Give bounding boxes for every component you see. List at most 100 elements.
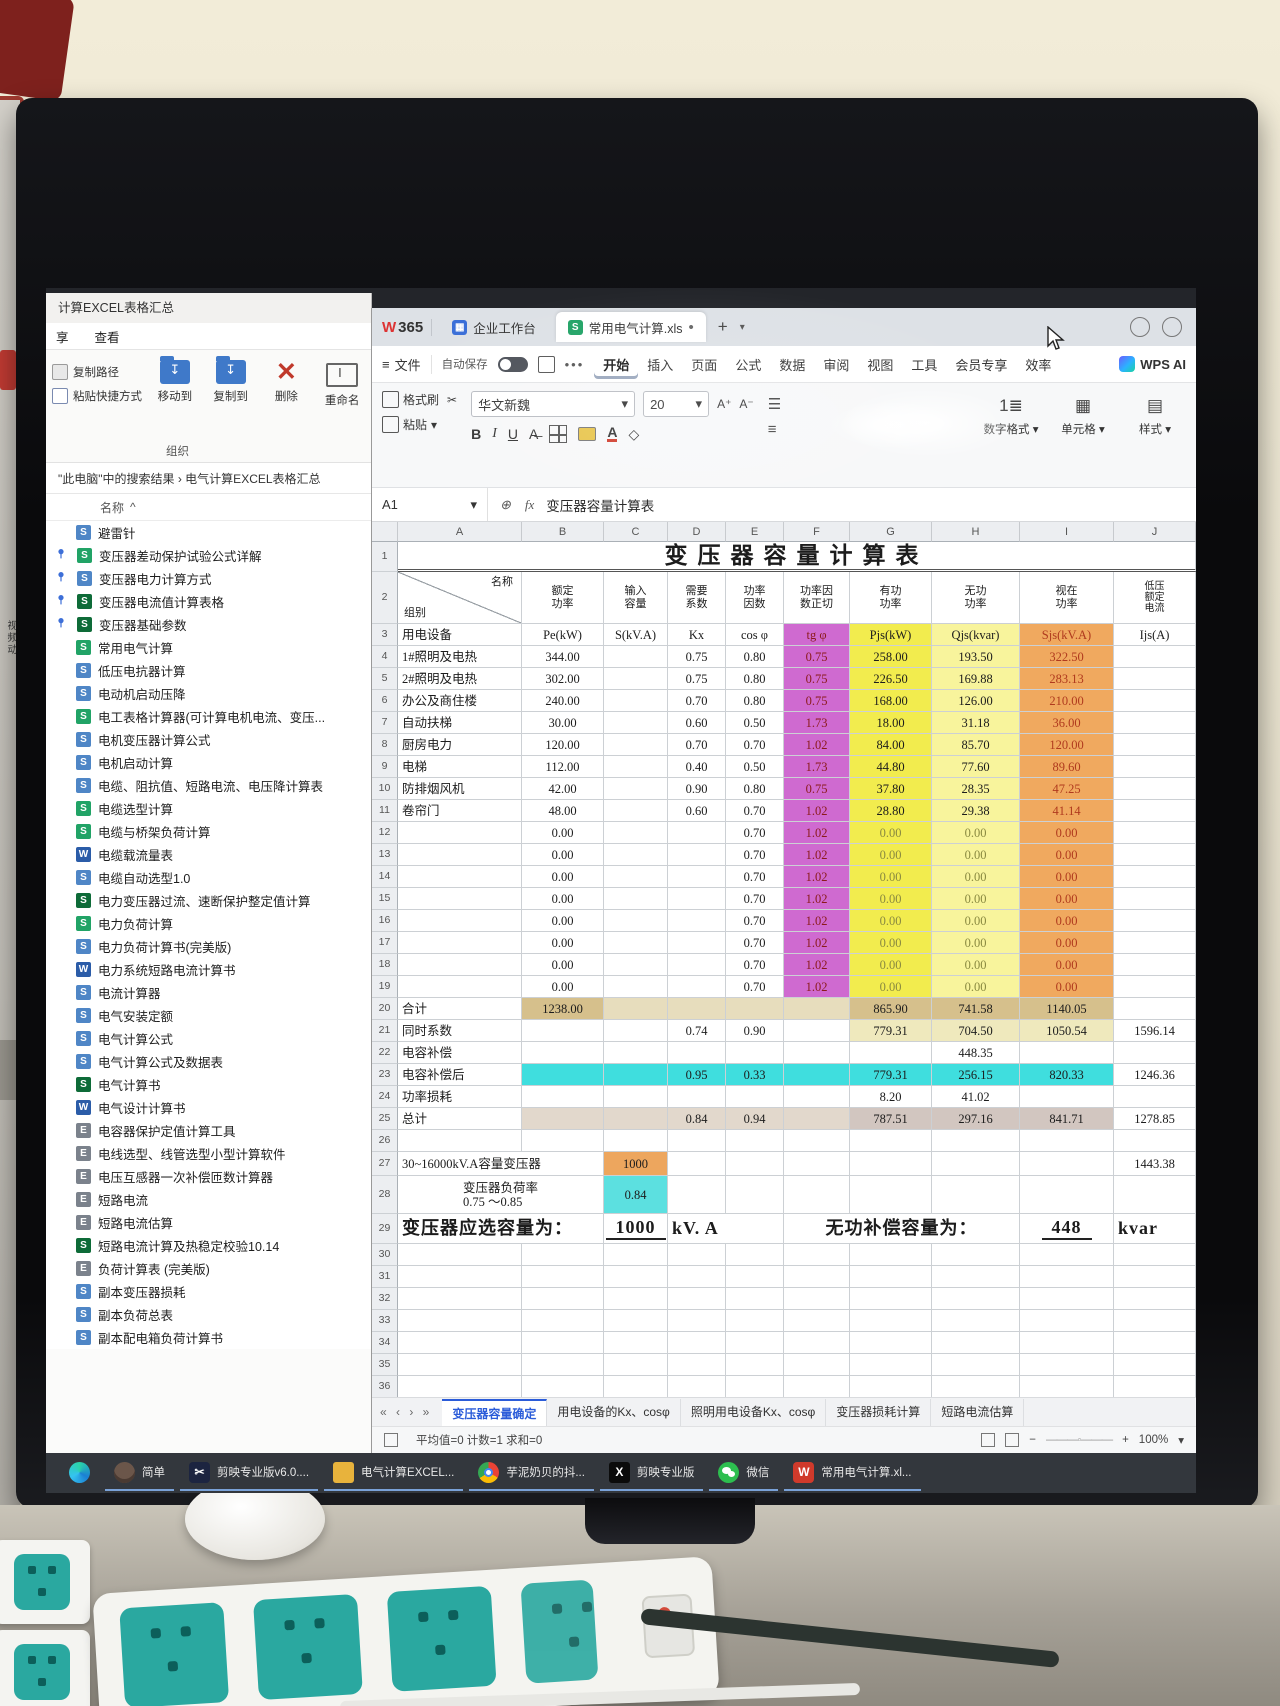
- file-list-item[interactable]: S 变压器基础参数: [46, 613, 371, 636]
- cell-D36[interactable]: [668, 1376, 726, 1397]
- save-icon[interactable]: [537, 355, 555, 373]
- cell-D25[interactable]: 0.84: [668, 1108, 726, 1130]
- cell-H14[interactable]: 0.00: [932, 866, 1020, 888]
- column-header-D[interactable]: D: [668, 522, 726, 542]
- cell-D35[interactable]: [668, 1354, 726, 1376]
- cell-H10[interactable]: 28.35: [932, 778, 1020, 800]
- row-header-17[interactable]: 17: [372, 932, 398, 954]
- cell-G14[interactable]: 0.00: [850, 866, 932, 888]
- file-list-item[interactable]: E 短路电流估算: [46, 1211, 371, 1234]
- cell-H35[interactable]: [932, 1354, 1020, 1376]
- cell-H19[interactable]: 0.00: [932, 976, 1020, 998]
- cell-H32[interactable]: [932, 1288, 1020, 1310]
- cell-I25[interactable]: 841.71: [1020, 1108, 1114, 1130]
- view-layout-icon[interactable]: [1005, 1433, 1020, 1447]
- cell-C21[interactable]: [604, 1020, 668, 1042]
- cell-E34[interactable]: [726, 1332, 784, 1354]
- cell-F10[interactable]: 0.75: [784, 778, 850, 800]
- cell-D21[interactable]: 0.74: [668, 1020, 726, 1042]
- cell-G8[interactable]: 84.00: [850, 734, 932, 756]
- cell-E4[interactable]: 0.80: [726, 646, 784, 668]
- cell-G10[interactable]: 37.80: [850, 778, 932, 800]
- cell-J16[interactable]: [1114, 910, 1196, 932]
- cell-J27[interactable]: 1443.38: [1114, 1152, 1196, 1176]
- cell-J5[interactable]: [1114, 668, 1196, 690]
- cell-B34[interactable]: [522, 1332, 604, 1354]
- cell-E30[interactable]: [726, 1244, 784, 1266]
- menu-审阅[interactable]: 审阅: [814, 350, 858, 379]
- cell-H11[interactable]: 29.38: [932, 800, 1020, 822]
- wps-ai-button[interactable]: WPS AI: [1119, 356, 1186, 372]
- cell-J33[interactable]: [1114, 1310, 1196, 1332]
- menu-视图[interactable]: 视图: [858, 350, 902, 379]
- cell-J2[interactable]: 低压 额定 电流: [1114, 572, 1196, 624]
- clear-format-icon[interactable]: ◇: [628, 426, 639, 443]
- cell-I15[interactable]: 0.00: [1020, 888, 1114, 910]
- cell-C30[interactable]: [604, 1244, 668, 1266]
- cell-F12[interactable]: 1.02: [784, 822, 850, 844]
- cell-A30[interactable]: [398, 1244, 522, 1266]
- cell-J36[interactable]: [1114, 1376, 1196, 1397]
- cell-C18[interactable]: [604, 954, 668, 976]
- cell-A28[interactable]: 变压器负荷率 0.75 ～0.85: [398, 1176, 604, 1214]
- cell-F18[interactable]: 1.02: [784, 954, 850, 976]
- file-list-item[interactable]: S 副本负荷总表: [46, 1303, 371, 1326]
- cell-A7[interactable]: 自动扶梯: [398, 712, 522, 734]
- cell-I9[interactable]: 89.60: [1020, 756, 1114, 778]
- cell-A9[interactable]: 电梯: [398, 756, 522, 778]
- cell-C24[interactable]: [604, 1086, 668, 1108]
- file-list-item[interactable]: S 变压器差动保护试验公式详解: [46, 544, 371, 567]
- cell-C8[interactable]: [604, 734, 668, 756]
- titlebar-circle-icon-1[interactable]: [1130, 317, 1150, 337]
- menu-公式[interactable]: 公式: [726, 350, 770, 379]
- menu-数据[interactable]: 数据: [770, 350, 814, 379]
- cell-H4[interactable]: 193.50: [932, 646, 1020, 668]
- row-header-33[interactable]: 33: [372, 1310, 398, 1332]
- more-actions-icon[interactable]: •••: [565, 357, 585, 372]
- taskbar-item-剪映专业版v6.0....[interactable]: ✂ 剪映专业版v6.0....: [180, 1455, 319, 1491]
- file-list-item[interactable]: S 电机启动计算: [46, 751, 371, 774]
- cell-J9[interactable]: [1114, 756, 1196, 778]
- cell-I20[interactable]: 1140.05: [1020, 998, 1114, 1020]
- cell-I21[interactable]: 1050.54: [1020, 1020, 1114, 1042]
- menu-share-partial[interactable]: 享: [56, 327, 69, 346]
- cell-I36[interactable]: [1020, 1376, 1114, 1397]
- row-header-19[interactable]: 19: [372, 976, 398, 998]
- cell-F23[interactable]: [784, 1064, 850, 1086]
- cell-G28[interactable]: [850, 1176, 932, 1214]
- cell-H17[interactable]: 0.00: [932, 932, 1020, 954]
- cell-B12[interactable]: 0.00: [522, 822, 604, 844]
- cell-A35[interactable]: [398, 1354, 522, 1376]
- cell-H26[interactable]: [932, 1130, 1020, 1152]
- cell-G25[interactable]: 787.51: [850, 1108, 932, 1130]
- cell-J28[interactable]: [1114, 1176, 1196, 1214]
- cell-A8[interactable]: 厨房电力: [398, 734, 522, 756]
- cell-H15[interactable]: 0.00: [932, 888, 1020, 910]
- cell-G27[interactable]: [850, 1152, 932, 1176]
- cell-G12[interactable]: 0.00: [850, 822, 932, 844]
- cell-B7[interactable]: 30.00: [522, 712, 604, 734]
- cell-F32[interactable]: [784, 1288, 850, 1310]
- cell-C29[interactable]: 1000: [604, 1214, 668, 1244]
- cell-E27[interactable]: [726, 1152, 784, 1176]
- cell-C26[interactable]: [604, 1130, 668, 1152]
- cell-C19[interactable]: [604, 976, 668, 998]
- cell-J29[interactable]: kvar: [1114, 1214, 1196, 1244]
- cell-F34[interactable]: [784, 1332, 850, 1354]
- cell-J20[interactable]: [1114, 998, 1196, 1020]
- cell-I35[interactable]: [1020, 1354, 1114, 1376]
- cell-A22[interactable]: 电容补偿: [398, 1042, 522, 1064]
- cell-H13[interactable]: 0.00: [932, 844, 1020, 866]
- row-header-11[interactable]: 11: [372, 800, 398, 822]
- file-list-item[interactable]: S 变压器电流值计算表格: [46, 590, 371, 613]
- file-list-item[interactable]: S 低压电抗器计算: [46, 659, 371, 682]
- menu-插入[interactable]: 插入: [638, 350, 682, 379]
- file-list-item[interactable]: S 短路电流计算及热稳定校验10.14: [46, 1234, 371, 1257]
- cell-D10[interactable]: 0.90: [668, 778, 726, 800]
- cell-J35[interactable]: [1114, 1354, 1196, 1376]
- cell-G20[interactable]: 865.90: [850, 998, 932, 1020]
- row-header-18[interactable]: 18: [372, 954, 398, 976]
- file-list-item[interactable]: E 电线选型、线管选型小型计算软件: [46, 1142, 371, 1165]
- cell-B24[interactable]: [522, 1086, 604, 1108]
- cell-A11[interactable]: 卷帘门: [398, 800, 522, 822]
